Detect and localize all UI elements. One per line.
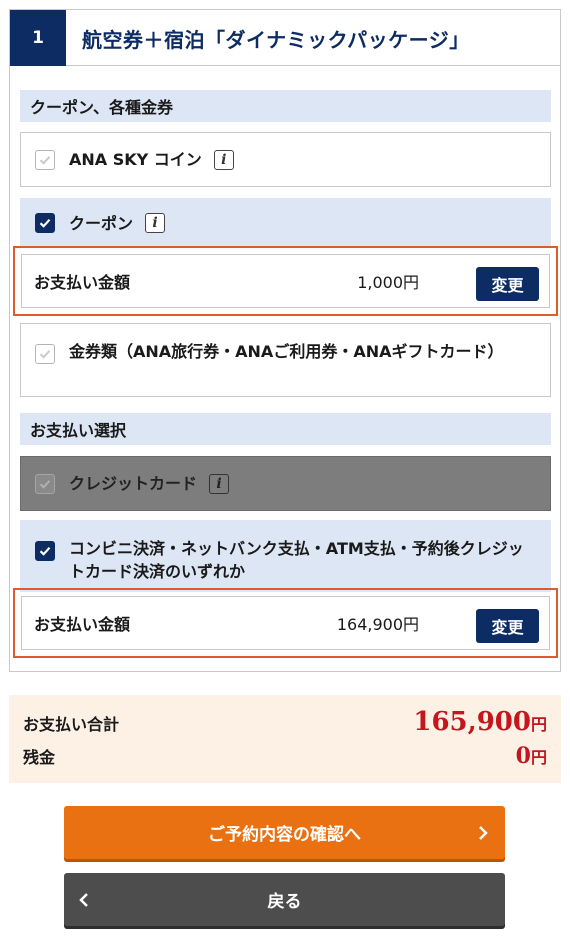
- option-vouchers[interactable]: 金券類（ANA旅行券・ANAご利用券・ANAギフトカード）: [20, 323, 551, 397]
- info-icon[interactable]: i: [213, 149, 234, 170]
- option-coupon[interactable]: クーポン i: [20, 198, 551, 248]
- balance-label: 残金: [23, 748, 56, 767]
- checkbox-coupon[interactable]: [35, 213, 55, 233]
- checkmark-icon: [39, 479, 51, 489]
- checkbox-sky-coin[interactable]: [35, 149, 55, 170]
- confirm-reservation-button[interactable]: ご予約内容の確認へ: [64, 806, 505, 859]
- checkmark-icon: [39, 219, 51, 228]
- payment-amount-label: お支払い金額: [34, 615, 131, 634]
- balance-row: 残金 0円: [23, 743, 547, 769]
- panel-title: 航空券＋宿泊「ダイナミックパッケージ」: [82, 27, 470, 52]
- checkbox-vouchers[interactable]: [35, 344, 55, 364]
- option-convenience[interactable]: コンビニ決済・ネットバンク支払・ATM支払・予約後クレジットカード決済のいずれか: [20, 520, 551, 592]
- payment-amount-box-coupon: お支払い金額 1,000円 変更: [13, 246, 558, 316]
- back-button[interactable]: 戻る: [64, 873, 505, 926]
- checkmark-icon: [39, 547, 51, 556]
- option-label: クレジットカード: [69, 474, 198, 493]
- option-label: 金券類（ANA旅行券・ANAご利用券・ANAギフトカード）: [69, 342, 504, 361]
- option-label: コンビニ決済・ネットバンク支払・ATM支払・予約後クレジットカード決済のいずれか: [69, 539, 524, 581]
- chevron-right-icon: [477, 806, 489, 859]
- back-label: 戻る: [267, 892, 302, 912]
- total-unit: 円: [530, 715, 547, 734]
- checkbox-convenience[interactable]: [35, 541, 55, 561]
- payment-amount-row: お支払い金額 1,000円 変更: [21, 254, 550, 308]
- change-button[interactable]: 変更: [476, 609, 539, 643]
- total-value: 165,900円: [413, 707, 547, 737]
- payment-amount-box-convenience: お支払い金額 164,900円 変更: [13, 588, 558, 658]
- panel-header: 1 航空券＋宿泊「ダイナミックパッケージ」: [10, 10, 560, 66]
- total-amount: 165,900: [413, 707, 531, 737]
- payment-summary: お支払い合計 165,900円 残金 0円: [9, 695, 561, 783]
- total-row: お支払い合計 165,900円: [23, 707, 547, 737]
- checkmark-icon: [39, 155, 51, 165]
- option-sky-coin[interactable]: ANA SKY コイン i: [20, 132, 551, 187]
- balance-value: 0円: [516, 743, 547, 769]
- total-label: お支払い合計: [23, 715, 120, 734]
- checkbox-credit-card: [35, 473, 55, 494]
- info-icon[interactable]: i: [145, 213, 166, 233]
- payment-amount-label: お支払い金額: [34, 273, 131, 292]
- info-icon[interactable]: i: [209, 473, 230, 494]
- section-label-coupons: クーポン、各種金券: [20, 90, 551, 122]
- option-label: クーポン: [69, 213, 134, 233]
- change-button[interactable]: 変更: [476, 267, 539, 301]
- step-number: 1: [10, 10, 66, 66]
- balance-amount: 0: [515, 743, 531, 769]
- chevron-left-icon: [78, 873, 90, 926]
- confirm-label: ご予約内容の確認へ: [208, 825, 361, 845]
- payment-amount-row: お支払い金額 164,900円 変更: [21, 596, 550, 650]
- option-label: ANA SKY コイン: [69, 150, 202, 169]
- checkmark-icon: [39, 350, 51, 359]
- payment-amount-value: 164,900円: [336, 615, 419, 634]
- option-credit-card: クレジットカード i: [20, 456, 551, 511]
- package-panel: 1 航空券＋宿泊「ダイナミックパッケージ」 クーポン、各種金券 ANA SKY …: [9, 9, 561, 672]
- section-label-payment: お支払い選択: [20, 413, 551, 445]
- payment-amount-value: 1,000円: [357, 273, 419, 292]
- balance-unit: 円: [530, 748, 547, 767]
